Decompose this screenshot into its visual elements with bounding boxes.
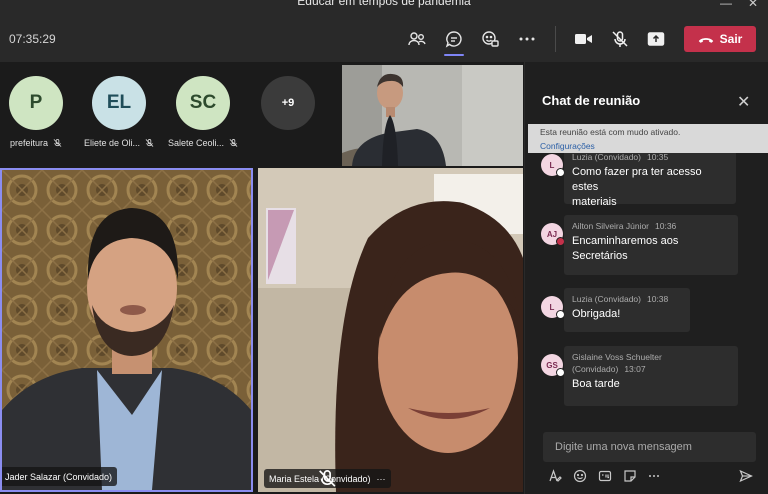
message-author: Luzia (Convidado) — [572, 152, 641, 162]
avatar-initials: SC — [189, 92, 217, 113]
message-meta: Luzia (Convidado) 10:38 — [572, 293, 682, 305]
participant-eliete[interactable]: EL Eliete de Oli... — [84, 76, 154, 148]
settings-link[interactable]: Configurações — [540, 141, 757, 151]
minimize-icon[interactable]: — — [720, 0, 732, 10]
message-author-suffix: (Convidado) — [572, 364, 619, 374]
emoji-icon[interactable] — [572, 468, 588, 484]
participant-video-thumbnail[interactable] — [342, 65, 523, 166]
avatar-initials: L — [549, 302, 555, 312]
participant-name: prefeitura — [9, 138, 49, 148]
avatar: SC — [176, 76, 230, 130]
participant-video-jader[interactable]: Jader Salazar (Convidado) — [0, 168, 253, 492]
meeting-toolbar: 07:35:29 Sair — [0, 16, 768, 62]
more-participants-button[interactable]: +9 — [261, 76, 315, 130]
message-bubble[interactable]: Luzia (Convidado) 10:35 Como fazer pra te… — [564, 150, 736, 208]
participant-name-row: prefeitura — [1, 138, 71, 148]
chat-message-list[interactable]: L Luzia (Convidado) 10:35 Como fazer pra … — [525, 150, 768, 432]
message-meta: Gislaine Voss Schuelter (Convidado) 13:07 — [572, 351, 730, 375]
message-line: materiais — [572, 196, 617, 208]
message-text: Boa tarde — [572, 378, 620, 390]
leave-button[interactable]: Sair — [684, 26, 756, 52]
participant-name-tag: Maria Estela (Convidado) ··· — [264, 469, 391, 488]
message-meta: Ailton Silveira Júnior 10:36 — [572, 220, 730, 232]
leave-label: Sair — [719, 32, 743, 46]
chat-icon[interactable] — [441, 26, 467, 52]
avatar-initials: P — [29, 92, 43, 113]
share-icon[interactable] — [643, 26, 669, 52]
close-window-icon[interactable]: ✕ — [748, 0, 758, 10]
participant-name-row: Salete Ceoli... — [168, 138, 238, 148]
message-bubble[interactable]: Ailton Silveira Júnior 10:36 Encaminharem… — [564, 215, 738, 275]
message-text: Encaminharemos aos Secretários — [572, 234, 730, 264]
send-icon[interactable] — [738, 468, 754, 484]
participant-video-maria[interactable]: Maria Estela (Convidado) ··· — [258, 168, 523, 492]
sticker-icon[interactable] — [622, 468, 638, 484]
message-author: Ailton Silveira Júnior — [572, 221, 650, 231]
title-bar: Educar em tempos de pandemia — ✕ — [0, 0, 768, 16]
message-line: Encaminharemos aos — [572, 235, 679, 247]
participant-name: Jader Salazar (Convidado) — [5, 471, 113, 482]
avatar: P — [9, 76, 63, 130]
mic-off-icon — [53, 138, 62, 147]
gif-icon[interactable] — [597, 468, 613, 484]
muted-banner: Esta reunião está com mudo ativado. Conf… — [528, 124, 768, 153]
message-bubble[interactable]: Gislaine Voss Schuelter (Convidado) 13:07 … — [564, 346, 738, 406]
mic-off-icon — [319, 470, 336, 487]
participant-prefeitura[interactable]: P prefeitura — [1, 76, 71, 148]
phone-icon — [698, 37, 713, 43]
video-feed-image — [342, 65, 523, 166]
close-icon[interactable]: ✕ — [737, 92, 750, 112]
people-icon[interactable] — [404, 26, 430, 52]
avatar-initials: L — [549, 160, 555, 170]
avatar-initials: EL — [106, 92, 132, 113]
avatar: EL — [92, 76, 146, 130]
meeting-chat-panel: Chat de reunião ✕ Esta reunião está com … — [524, 62, 768, 494]
window-title: Educar em tempos de pandemia — [297, 0, 471, 8]
meeting-clock: 07:35:29 — [9, 32, 56, 46]
chat-header: Chat de reunião ✕ — [525, 62, 768, 124]
participant-name-row: Eliete de Oli... — [84, 138, 154, 148]
message-line: Como fazer pra ter acesso estes — [572, 166, 702, 193]
more-icon[interactable] — [646, 468, 662, 484]
participant-name: Salete Ceoli... — [168, 138, 225, 148]
participant-name-tag: Jader Salazar (Convidado) — [2, 467, 118, 486]
message-text: Como fazer pra ter acesso estes materiais — [572, 165, 728, 210]
avatar-initials: AJ — [546, 229, 558, 239]
message-time: 10:36 — [655, 221, 677, 231]
message-time: 13:07 — [624, 364, 646, 374]
more-icon[interactable] — [514, 26, 540, 52]
mic-off-icon — [145, 139, 154, 147]
avatar-initials: GS — [546, 360, 558, 370]
message-line: Secretários — [572, 250, 628, 262]
message-compose-input[interactable]: Digite uma nova mensagem — [543, 432, 756, 462]
message-time: 10:35 — [646, 152, 669, 162]
video-feed-image — [2, 170, 251, 490]
camera-icon[interactable] — [570, 26, 596, 52]
reactions-icon[interactable] — [477, 26, 503, 52]
toolbar-divider — [555, 26, 556, 52]
message-bubble[interactable]: Luzia (Convidado) 10:38 Obrigada! — [564, 288, 690, 332]
chat-active-indicator — [444, 54, 464, 56]
mic-off-icon[interactable] — [607, 26, 633, 52]
compose-toolbar — [547, 468, 757, 486]
chat-title: Chat de reunião — [542, 93, 641, 108]
message-author: Gislaine Voss Schuelter — [572, 352, 662, 362]
message-text: Obrigada! — [572, 308, 621, 320]
video-stage: P prefeitura EL Eliete de Oli... SC Sale… — [0, 62, 524, 494]
mic-off-icon — [229, 139, 238, 147]
muted-banner-text: Esta reunião está com mudo ativado. — [540, 127, 681, 137]
participant-name: Eliete de Oli... — [84, 138, 141, 148]
video-feed-image — [258, 168, 523, 492]
message-author: Luzia (Convidado) — [572, 294, 641, 304]
teams-meeting-window: Educar em tempos de pandemia — ✕ 07:35:2… — [0, 0, 768, 494]
message-time: 10:38 — [646, 294, 669, 304]
format-icon[interactable] — [547, 468, 563, 484]
participant-salete[interactable]: SC Salete Ceoli... — [168, 76, 238, 148]
